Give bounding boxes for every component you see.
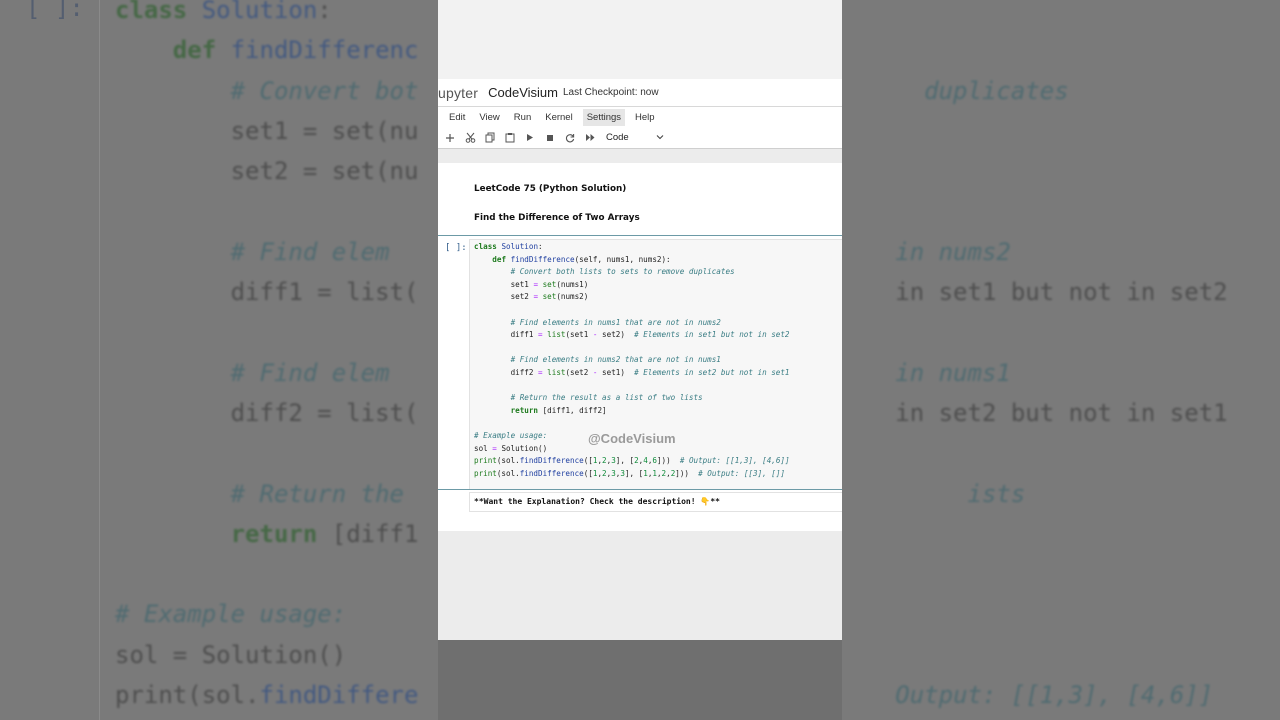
markdown-subheading: Find the Difference of Two Arrays	[474, 213, 640, 223]
notebook-frame: upyter CodeVisium Last Checkpoint: now E…	[438, 0, 842, 720]
code-line: diff2 = list(set2 - set1) # Elements in …	[474, 367, 790, 377]
copy-icon[interactable]	[480, 129, 500, 147]
paste-icon[interactable]	[500, 129, 520, 147]
cell-type-select[interactable]: Code	[606, 132, 664, 143]
menu-settings[interactable]: Settings	[582, 108, 626, 126]
menu-run[interactable]: Run	[510, 109, 535, 126]
checkpoint-status: Last Checkpoint: now	[562, 87, 659, 98]
code-line: # Return the result as a list of two lis…	[510, 393, 703, 403]
menu-view[interactable]: View	[475, 109, 503, 126]
code-line: # Convert both lists to sets to remove d…	[510, 267, 735, 277]
plus-icon[interactable]	[440, 129, 460, 147]
restart-icon[interactable]	[560, 129, 580, 147]
code-line: diff1 = list(set1 - set2) # Elements in …	[474, 330, 790, 340]
chevron-down-icon	[656, 132, 664, 143]
frame-bottom-area	[438, 640, 842, 720]
notebook-area: LeetCode 75 (Python Solution) Find the D…	[438, 149, 842, 640]
code-line: return [diff1, diff2]	[510, 405, 607, 415]
explanation-text: **Want the Explanation? Check the descri…	[474, 497, 720, 506]
menu-kernel[interactable]: Kernel	[541, 109, 576, 126]
code-line: set1 = set(nums1)	[474, 279, 589, 289]
code-line: set2 = set(nums2)	[474, 292, 589, 302]
code-line: print(sol.findDifference([1,2,3,3], [1,1…	[474, 468, 786, 478]
jupyter-logo[interactable]: upyter	[438, 85, 478, 101]
run-all-icon[interactable]	[580, 129, 600, 147]
menu-help[interactable]: Help	[631, 109, 659, 126]
cell-type-label: Code	[606, 132, 629, 143]
menu-bar: Edit View Run Kernel Settings Help	[438, 107, 842, 127]
cell-separator-bottom	[438, 489, 842, 490]
cut-icon[interactable]	[460, 129, 480, 147]
notebook-title[interactable]: CodeVisium	[488, 85, 558, 100]
menu-edit[interactable]: Edit	[445, 109, 469, 126]
code-line: class Solution:	[474, 242, 543, 251]
notebook-panel: LeetCode 75 (Python Solution) Find the D…	[438, 163, 842, 531]
background-prompt: [ ]:	[26, 0, 84, 22]
background-gutter	[0, 0, 100, 720]
frame-top-area	[438, 0, 842, 79]
cell-prompt: [ ]:	[445, 243, 467, 253]
run-icon[interactable]	[520, 129, 540, 147]
notebook-titlebar: upyter CodeVisium Last Checkpoint: now	[438, 79, 842, 107]
markdown-heading: LeetCode 75 (Python Solution)	[474, 184, 627, 194]
code-line: def findDifference(self, nums1, nums2):	[492, 254, 671, 264]
code-line: # Find elements in nums1 that are not in…	[510, 317, 721, 327]
notebook-toolbar: Code	[438, 127, 842, 149]
watermark: @CodeVisium	[588, 431, 676, 446]
code-line: print(sol.findDifference([1,2,3], [2,4,6…	[474, 456, 790, 466]
stop-icon[interactable]	[540, 129, 560, 147]
code-line: # Find elements in nums2 that are not in…	[510, 355, 721, 365]
cell-separator-top	[438, 235, 842, 236]
